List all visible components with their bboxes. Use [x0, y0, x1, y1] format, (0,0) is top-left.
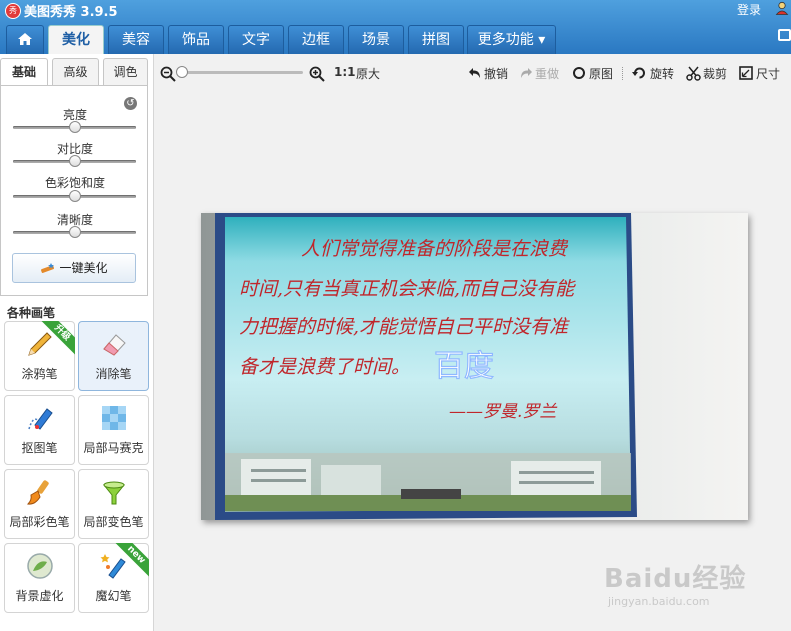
photo-canvas[interactable]: 人们常觉得准备的阶段是在浪费 时间,只有当真正机会来临,而自己没有能 力把握的时… — [201, 213, 748, 520]
poem-line: 备才是浪费了时间。 — [239, 356, 410, 378]
slider-knob[interactable] — [68, 226, 81, 238]
upgrade-badge: 升级 — [41, 321, 75, 355]
login-link[interactable]: 登录 — [737, 1, 761, 18]
redo-icon[interactable] — [519, 66, 533, 80]
cutout-pen-icon — [28, 408, 53, 430]
saturation-label: 色彩饱和度 — [44, 176, 105, 190]
tool-local-mosaic[interactable]: 局部马赛克 — [78, 395, 149, 465]
tool-cutout-pen[interactable]: 抠图笔 — [4, 395, 75, 465]
crop-button[interactable]: 裁剪 — [703, 65, 727, 82]
photo-overlay-text: 百度 — [434, 349, 494, 384]
tool-local-color-change[interactable]: 局部变色笔 — [78, 469, 149, 539]
tool-label: 背景虚化 — [15, 589, 64, 603]
original-size-button[interactable]: 原大 — [356, 65, 380, 82]
tool-doodle-pen[interactable]: 涂鸦笔 升级 — [4, 321, 75, 391]
tab-beautify[interactable]: 美化 — [48, 25, 104, 54]
zoom-slider-knob[interactable] — [176, 66, 188, 78]
saturation-slider[interactable] — [13, 190, 136, 202]
home-icon — [18, 33, 32, 45]
resize-icon[interactable] — [739, 66, 753, 80]
magic-wand-icon — [41, 263, 55, 273]
tool-label: 抠图笔 — [21, 441, 58, 455]
original-image-icon[interactable] — [572, 66, 586, 80]
poem-line: 人们常觉得准备的阶段是在浪费 — [301, 238, 569, 260]
sharpness-slider[interactable] — [13, 226, 136, 238]
poem-author: ——罗曼.罗兰 — [449, 402, 558, 422]
redo-button[interactable]: 重做 — [535, 65, 559, 82]
rotate-icon[interactable] — [632, 66, 647, 80]
rotate-button[interactable]: 旋转 — [650, 65, 674, 82]
zoom-in-icon[interactable] — [309, 66, 325, 82]
subtab-advanced[interactable]: 高级 — [52, 58, 99, 86]
tool-label: 局部变色笔 — [83, 515, 144, 529]
size-button[interactable]: 尺寸 — [756, 65, 780, 82]
tool-label: 局部彩色笔 — [9, 515, 70, 529]
tab-text[interactable]: 文字 — [228, 25, 284, 54]
tool-label: 局部马赛克 — [83, 441, 144, 455]
tool-label: 涂鸦笔 — [21, 367, 58, 381]
baidu-watermark-url: jingyan.baidu.com — [608, 595, 710, 608]
auto-beautify-button[interactable]: 一键美化 — [12, 253, 136, 283]
undo-icon[interactable] — [468, 66, 482, 80]
background-blur-icon — [27, 553, 53, 579]
auto-beautify-label: 一键美化 — [59, 261, 108, 275]
tab-collage[interactable]: 拼图 — [408, 25, 464, 54]
color-change-icon — [102, 481, 126, 505]
mosaic-icon — [102, 406, 126, 430]
eraser-icon — [103, 334, 126, 356]
left-panel: 基础 高级 调色 ↺ 亮度 对比度 色彩饱和度 清晰度 一键美化 各种画笔 涂鸦… — [0, 54, 154, 631]
poem-line: 时间,只有当真正机会来临,而自己没有能 — [239, 278, 576, 300]
subtab-basic[interactable]: 基础 — [0, 58, 48, 86]
title-bar: 秀 美图秀秀 3.9.5 登录 美化 美容 饰品 文字 边框 场景 拼图 更多功… — [0, 0, 791, 54]
slider-knob[interactable] — [68, 155, 81, 167]
crop-scissors-icon[interactable] — [686, 66, 701, 81]
contrast-slider[interactable] — [13, 155, 136, 167]
zoom-slider[interactable] — [176, 66, 303, 78]
tool-eraser-pen[interactable]: 消除笔 — [78, 321, 149, 391]
poem-line: 力把握的时候,才能觉悟自己平时没有准 — [239, 316, 570, 338]
app-title: 美图秀秀 3.9.5 — [24, 5, 118, 20]
zoom-out-icon[interactable] — [160, 66, 176, 82]
new-badge: new — [115, 543, 149, 577]
brush-section-title: 各种画笔 — [7, 306, 56, 320]
tool-label: 消除笔 — [95, 367, 132, 381]
toolbar-divider — [622, 67, 624, 80]
tool-background-blur[interactable]: 背景虚化 — [4, 543, 75, 613]
tool-local-color-pen[interactable]: 局部彩色笔 — [4, 469, 75, 539]
user-icon[interactable] — [775, 1, 789, 15]
tab-accessories[interactable]: 饰品 — [168, 25, 224, 54]
brightness-slider[interactable] — [13, 121, 136, 133]
baidu-watermark: Baidu经验 — [604, 564, 747, 594]
tab-more-features[interactable]: 更多功能 ▾ — [467, 25, 556, 54]
tool-magic-pen[interactable]: 魔幻笔 new — [78, 543, 149, 613]
subtab-color-tone[interactable]: 调色 — [103, 58, 148, 86]
tab-home[interactable] — [6, 25, 44, 54]
tab-makeup[interactable]: 美容 — [108, 25, 164, 54]
tab-frame[interactable]: 边框 — [288, 25, 344, 54]
tab-scene[interactable]: 场景 — [348, 25, 404, 54]
slider-knob[interactable] — [68, 121, 81, 133]
undo-button[interactable]: 撤销 — [484, 65, 508, 82]
slider-knob[interactable] — [68, 190, 81, 202]
actual-size-ratio[interactable]: 1:1 — [334, 65, 356, 79]
folder-icon[interactable] — [778, 29, 791, 41]
tool-label: 魔幻笔 — [95, 589, 132, 603]
color-brush-icon — [26, 480, 49, 505]
original-image-button[interactable]: 原图 — [589, 65, 613, 82]
app-logo: 秀 — [5, 3, 21, 19]
